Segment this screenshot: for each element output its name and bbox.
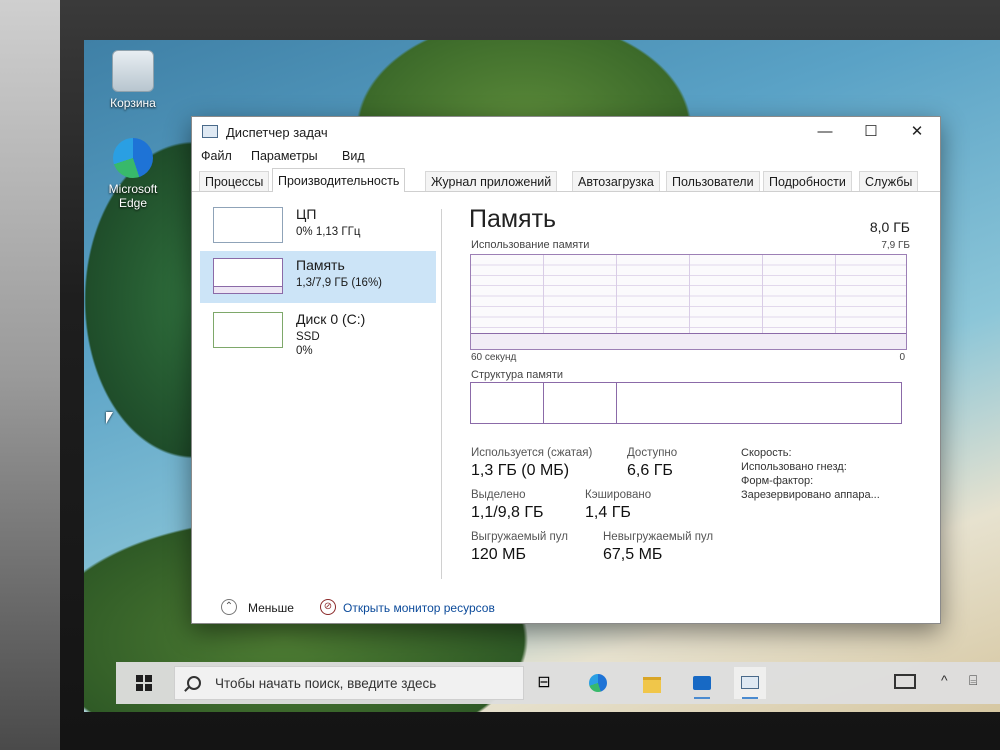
open-resource-monitor-link[interactable]: Открыть монитор ресурсов bbox=[343, 601, 495, 615]
title-bar[interactable]: Диспетчер задач — ☐ ✕ bbox=[192, 117, 940, 147]
structure-segment-in-use bbox=[471, 383, 545, 423]
search-icon bbox=[187, 676, 201, 690]
chevron-up-icon[interactable]: ^ bbox=[941, 672, 948, 688]
paged-pool-value: 120 МБ bbox=[471, 546, 526, 563]
nonpaged-pool-value: 67,5 МБ bbox=[603, 546, 663, 563]
fewer-details-button[interactable]: Меньше bbox=[248, 601, 294, 615]
menu-bar: Файл Параметры Вид bbox=[192, 147, 940, 167]
desktop-icon-label: Корзина bbox=[110, 96, 156, 110]
keyboard-icon[interactable] bbox=[894, 674, 916, 689]
memory-total: 8,0 ГБ bbox=[869, 219, 910, 235]
file-explorer-icon[interactable] bbox=[636, 667, 668, 699]
cached-value: 1,4 ГБ bbox=[585, 504, 631, 521]
panel-title: Память bbox=[469, 205, 557, 233]
memory-thumbnail-graph bbox=[213, 258, 283, 294]
desktop-icon-edge[interactable]: Microsoft Edge bbox=[98, 138, 168, 210]
resource-cpu[interactable]: ЦП 0% 1,13 ГГц bbox=[200, 200, 436, 252]
taskbar-search-box[interactable]: Чтобы начать поиск, введите здесь bbox=[174, 666, 524, 700]
cached-label: Кэшировано bbox=[585, 489, 652, 501]
task-view-icon[interactable]: ⊟ bbox=[528, 667, 560, 699]
desktop-icon-recycle-bin[interactable]: Корзина bbox=[98, 50, 168, 110]
available-value: 6,6 ГБ bbox=[627, 462, 673, 479]
tab-app-history[interactable]: Журнал приложений bbox=[425, 171, 558, 191]
recycle-bin-icon bbox=[112, 50, 154, 92]
graph-time-label: 60 секунд bbox=[471, 352, 517, 363]
menu-options[interactable]: Параметры bbox=[251, 149, 318, 163]
form-factor-label: Форм-фактор: bbox=[741, 475, 814, 487]
resource-monitor-icon[interactable]: ⊘ bbox=[320, 599, 336, 615]
paged-pool-label: Выгружаемый пул bbox=[471, 531, 568, 543]
resource-subtitle: 0% 1,13 ГГц bbox=[296, 226, 361, 238]
edge-icon[interactable] bbox=[582, 667, 614, 699]
cpu-thumbnail-graph bbox=[213, 207, 283, 243]
resource-title: ЦП bbox=[296, 206, 317, 222]
tab-performance[interactable]: Производительность bbox=[272, 168, 406, 192]
tab-users[interactable]: Пользователи bbox=[666, 171, 760, 191]
usage-graph-label: Использование памяти bbox=[471, 239, 590, 251]
minimize-button[interactable]: — bbox=[802, 117, 848, 147]
start-button[interactable] bbox=[136, 675, 152, 691]
resource-subtitle: 1,3/7,9 ГБ (16%) bbox=[296, 277, 383, 289]
structure-segment-standby bbox=[544, 383, 618, 423]
resource-list: ЦП 0% 1,13 ГГц Память 1,3/7,9 ГБ (16%) Д… bbox=[200, 197, 440, 582]
resource-title: Диск 0 (C:) bbox=[296, 311, 366, 327]
available-label: Доступно bbox=[627, 447, 678, 459]
search-placeholder: Чтобы начать поиск, введите здесь bbox=[215, 676, 437, 691]
task-manager-taskbar-icon[interactable] bbox=[734, 667, 766, 699]
chevron-up-icon[interactable]: ⌃ bbox=[221, 599, 237, 615]
speed-label: Скорость: bbox=[741, 447, 792, 459]
tab-processes[interactable]: Процессы bbox=[199, 171, 270, 191]
panel-divider[interactable] bbox=[441, 209, 442, 579]
graph-zero-label: 0 bbox=[899, 352, 905, 363]
edge-icon bbox=[113, 138, 153, 178]
usage-graph-max: 7,9 ГБ bbox=[881, 240, 910, 251]
disk-thumbnail-graph bbox=[213, 312, 283, 348]
resource-subtitle: 0% bbox=[296, 345, 313, 357]
memory-structure-bar bbox=[470, 382, 902, 424]
task-manager-window: Диспетчер задач — ☐ ✕ Файл Параметры Вид… bbox=[191, 116, 941, 624]
menu-view[interactable]: Вид bbox=[342, 149, 365, 163]
tab-startup[interactable]: Автозагрузка bbox=[572, 171, 660, 191]
tab-services[interactable]: Службы bbox=[859, 171, 919, 191]
committed-value: 1,1/9,8 ГБ bbox=[471, 504, 544, 521]
network-icon[interactable]: ⌸ bbox=[969, 672, 977, 689]
window-title: Диспетчер задач bbox=[226, 125, 328, 140]
outlook-icon[interactable] bbox=[686, 667, 718, 699]
tab-details[interactable]: Подробности bbox=[763, 171, 852, 191]
committed-label: Выделено bbox=[471, 489, 526, 501]
resource-title: Память bbox=[296, 257, 345, 273]
memory-usage-graph bbox=[470, 254, 907, 350]
desktop-icon-label: Microsoft Edge bbox=[108, 182, 158, 210]
in-use-label: Используется (сжатая) bbox=[471, 447, 593, 459]
slots-label: Использовано гнезд: bbox=[741, 461, 847, 473]
room-background bbox=[0, 0, 60, 750]
close-button[interactable]: ✕ bbox=[894, 117, 940, 147]
resource-disk[interactable]: Диск 0 (C:) SSD 0% bbox=[200, 305, 436, 357]
reserved-label: Зарезервировано аппара... bbox=[741, 489, 880, 501]
mouse-cursor-icon bbox=[106, 412, 113, 424]
tab-strip: Процессы Производительность Журнал прило… bbox=[192, 168, 940, 192]
resource-memory[interactable]: Память 1,3/7,9 ГБ (16%) bbox=[200, 251, 436, 303]
maximize-button[interactable]: ☐ bbox=[848, 117, 894, 147]
nonpaged-pool-label: Невыгружаемый пул bbox=[603, 531, 714, 543]
memory-usage-fill bbox=[471, 332, 906, 349]
in-use-value: 1,3 ГБ (0 МБ) bbox=[471, 462, 570, 479]
structure-label: Структура памяти bbox=[471, 369, 564, 381]
menu-file[interactable]: Файл bbox=[201, 149, 232, 163]
structure-segment-free bbox=[617, 383, 901, 423]
taskbar: Чтобы начать поиск, введите здесь ⊟ ^ ⌸ bbox=[116, 662, 1000, 704]
window-footer: ⌃ Меньше ⊘ Открыть монитор ресурсов bbox=[192, 583, 940, 623]
resource-subtitle: SSD bbox=[296, 331, 320, 343]
task-manager-icon bbox=[202, 125, 218, 138]
